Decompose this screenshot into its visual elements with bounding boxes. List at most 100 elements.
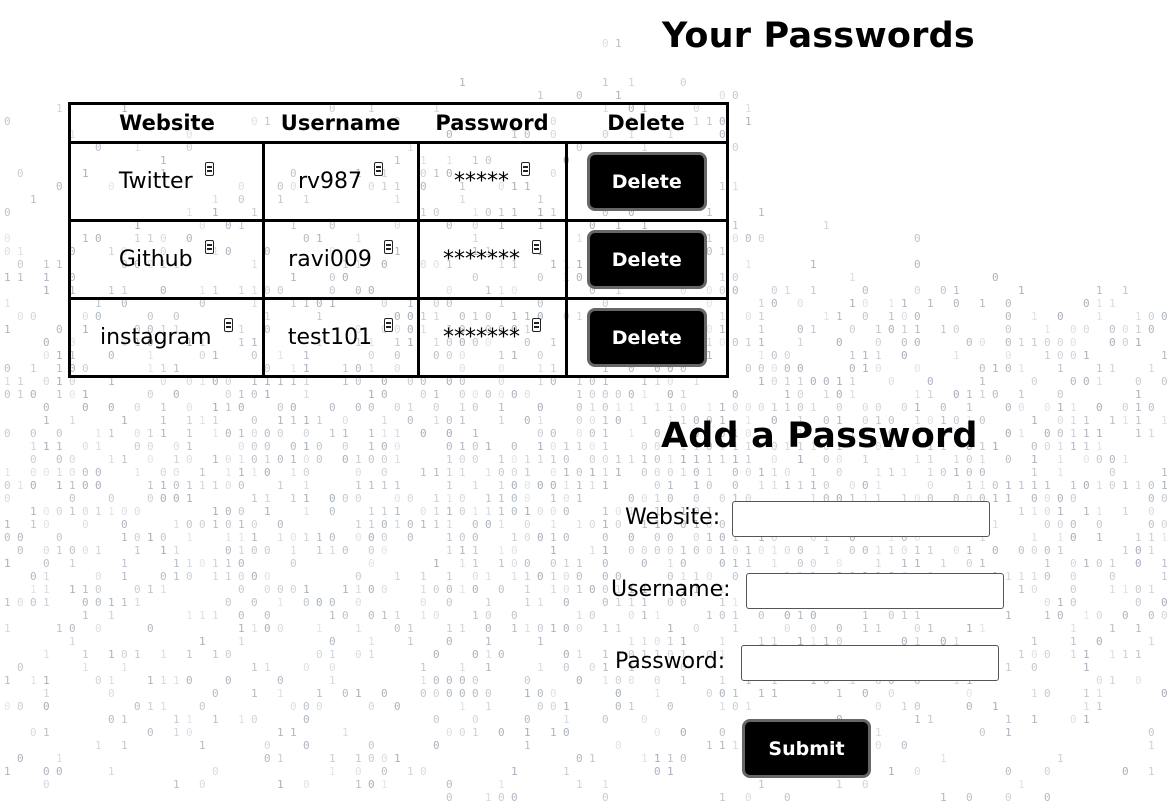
svg-text:0: 0 [1096, 609, 1103, 622]
copy-icon[interactable] [521, 162, 530, 176]
svg-text:1: 1 [810, 401, 817, 414]
svg-text:1: 1 [706, 466, 713, 479]
svg-text:1: 1 [459, 700, 466, 713]
svg-text:1: 1 [1083, 557, 1090, 570]
copy-icon[interactable] [204, 240, 214, 254]
svg-text:1: 1 [667, 765, 674, 778]
svg-text:1: 1 [1135, 388, 1142, 401]
submit-button[interactable]: Submit [742, 719, 871, 778]
svg-text:0: 0 [524, 492, 531, 505]
svg-text:0: 0 [329, 596, 336, 609]
svg-text:1: 1 [706, 531, 713, 544]
svg-text:0: 0 [290, 557, 297, 570]
svg-text:1: 1 [901, 323, 908, 336]
svg-text:0: 0 [966, 700, 973, 713]
svg-text:1: 1 [212, 453, 219, 466]
svg-text:0: 0 [602, 453, 609, 466]
svg-text:0: 0 [56, 531, 63, 544]
svg-text:1: 1 [4, 518, 11, 531]
copy-icon[interactable] [532, 240, 541, 254]
svg-text:1: 1 [173, 726, 180, 739]
svg-text:0: 0 [550, 557, 557, 570]
copy-icon[interactable] [374, 162, 384, 176]
svg-text:0: 0 [290, 583, 297, 596]
website-input[interactable] [732, 501, 990, 537]
svg-text:1: 1 [329, 544, 336, 557]
svg-text:0: 0 [147, 492, 154, 505]
svg-text:1: 1 [1005, 713, 1012, 726]
svg-text:0: 0 [407, 492, 414, 505]
svg-text:1: 1 [1135, 427, 1142, 440]
svg-text:0: 0 [17, 700, 24, 713]
svg-text:1: 1 [771, 401, 778, 414]
svg-text:0: 0 [277, 674, 284, 687]
svg-text:0: 0 [524, 518, 531, 531]
svg-text:1: 1 [524, 622, 531, 635]
password-input[interactable] [741, 645, 999, 681]
copy-icon[interactable] [204, 162, 214, 176]
svg-text:0: 0 [615, 674, 622, 687]
svg-text:0: 0 [862, 297, 869, 310]
svg-text:1: 1 [966, 622, 973, 635]
svg-text:1: 1 [199, 466, 206, 479]
svg-text:0: 0 [1005, 362, 1012, 375]
svg-text:1: 1 [69, 414, 76, 427]
svg-text:1: 1 [290, 726, 297, 739]
svg-text:0: 0 [433, 583, 440, 596]
svg-text:1: 1 [927, 466, 934, 479]
svg-text:1: 1 [615, 37, 622, 50]
svg-text:1: 1 [277, 596, 284, 609]
svg-text:0: 0 [758, 362, 765, 375]
username-input[interactable] [746, 573, 1004, 609]
svg-text:1: 1 [927, 388, 934, 401]
delete-button[interactable]: Delete [586, 308, 707, 367]
svg-text:1: 1 [1122, 583, 1129, 596]
svg-text:0: 0 [1161, 609, 1168, 622]
svg-text:1: 1 [654, 752, 661, 765]
svg-text:0: 0 [680, 726, 687, 739]
svg-text:1: 1 [823, 544, 830, 557]
svg-text:0: 0 [459, 492, 466, 505]
copy-icon[interactable] [223, 318, 233, 332]
svg-text:1: 1 [1148, 427, 1155, 440]
svg-text:1: 1 [1096, 362, 1103, 375]
svg-text:1: 1 [316, 531, 323, 544]
svg-text:0: 0 [264, 544, 271, 557]
delete-button[interactable]: Delete [586, 230, 707, 289]
svg-text:1: 1 [1135, 622, 1142, 635]
copy-icon[interactable] [532, 318, 541, 332]
copy-icon[interactable] [383, 240, 393, 254]
svg-text:0: 0 [576, 622, 583, 635]
svg-text:0: 0 [654, 674, 661, 687]
svg-text:1: 1 [1148, 635, 1155, 648]
svg-text:0: 0 [628, 544, 635, 557]
svg-text:0: 0 [810, 622, 817, 635]
svg-text:0: 0 [1096, 674, 1103, 687]
svg-text:1: 1 [511, 570, 518, 583]
svg-text:0: 0 [667, 492, 674, 505]
svg-text:0: 0 [108, 687, 115, 700]
svg-text:0: 0 [1148, 518, 1155, 531]
svg-text:1: 1 [732, 180, 739, 193]
svg-text:0: 0 [784, 609, 791, 622]
delete-button[interactable]: Delete [586, 152, 707, 211]
svg-text:1: 1 [550, 583, 557, 596]
svg-text:0: 0 [888, 323, 895, 336]
svg-text:0: 0 [654, 440, 661, 453]
svg-text:0: 0 [108, 492, 115, 505]
svg-text:1: 1 [121, 570, 128, 583]
svg-text:0: 0 [1070, 596, 1077, 609]
svg-text:0: 0 [1057, 388, 1064, 401]
svg-text:0: 0 [537, 479, 544, 492]
svg-text:1: 1 [1161, 479, 1168, 492]
svg-text:0: 0 [1044, 492, 1051, 505]
copy-icon[interactable] [384, 318, 394, 332]
svg-text:1: 1 [56, 258, 63, 271]
svg-text:0: 0 [1148, 401, 1155, 414]
svg-text:1: 1 [524, 726, 531, 739]
svg-text:0: 0 [82, 505, 89, 518]
svg-text:1: 1 [550, 622, 557, 635]
svg-text:0: 0 [550, 466, 557, 479]
svg-text:0: 0 [186, 453, 193, 466]
svg-text:0: 0 [511, 544, 518, 557]
